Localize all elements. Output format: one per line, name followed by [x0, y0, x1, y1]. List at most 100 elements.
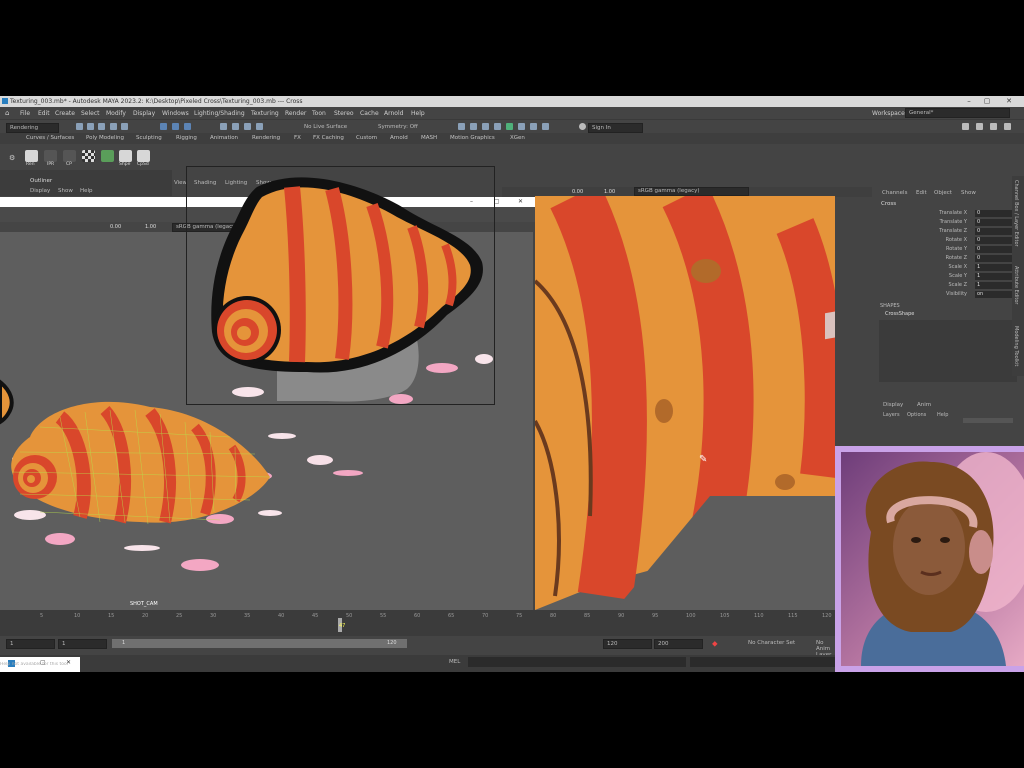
menu-cache[interactable]: Cache	[360, 110, 379, 117]
shape-name[interactable]: CrossShape	[885, 311, 914, 317]
home-icon[interactable]: ⌂	[5, 109, 9, 117]
ipr-render-icon[interactable]	[482, 123, 489, 130]
snap-view-icon[interactable]	[256, 123, 263, 130]
tab-rigging[interactable]: Rigging	[176, 135, 197, 141]
layer-buttons-icon[interactable]	[963, 418, 1013, 423]
channel-value[interactable]: on	[975, 291, 1017, 298]
shpe-icon[interactable]	[119, 150, 132, 162]
left-exposure-field[interactable]: 0.00	[110, 224, 121, 230]
undo-icon[interactable]	[110, 123, 117, 130]
modeling-toolkit-icon[interactable]	[962, 123, 969, 130]
workspace-dropdown[interactable]: General*	[905, 108, 1010, 118]
new-scene-icon[interactable]	[76, 123, 83, 130]
layer-menu-layers[interactable]: Layers	[883, 412, 900, 418]
select-by-object-icon[interactable]	[172, 123, 179, 130]
cpsd-icon[interactable]	[137, 150, 150, 162]
tab-channel-box-layer-editor[interactable]: Channel Box / Layer Editor	[1013, 180, 1019, 247]
render-settings-icon[interactable]	[494, 123, 501, 130]
channel-value[interactable]: 0	[975, 228, 1017, 235]
tab-xgen[interactable]: XGen	[510, 135, 525, 141]
channel-value[interactable]: 1	[975, 273, 1017, 280]
outliner-menu-show[interactable]: Show	[58, 188, 73, 194]
close-button[interactable]: ✕	[1002, 97, 1016, 106]
tab-modeling-toolkit[interactable]: Modeling Toolkit	[1013, 326, 1019, 366]
channel-value[interactable]: 1	[975, 264, 1017, 271]
render-view-icon[interactable]	[458, 123, 465, 130]
tab-poly-modeling[interactable]: Poly Modeling	[86, 135, 124, 141]
menu-select[interactable]: Select	[81, 110, 100, 117]
channel-row[interactable]: Visibility on	[877, 291, 1017, 299]
menu-set-dropdown[interactable]: Rendering	[6, 123, 59, 133]
cp-icon[interactable]	[63, 150, 76, 162]
mel-label[interactable]: MEL	[449, 659, 460, 665]
tab-motion-graphics[interactable]: Motion Graphics	[450, 135, 495, 141]
menu-create[interactable]: Create	[55, 110, 75, 117]
layer-menu-options[interactable]: Options	[907, 412, 926, 418]
shell-preview-window[interactable]	[186, 166, 495, 405]
live-surface-label[interactable]: No Live Surface	[304, 124, 347, 130]
channel-tab-edit[interactable]: Edit	[916, 190, 927, 196]
snap-curve-icon[interactable]	[232, 123, 239, 130]
range-bar[interactable]: 1 120	[112, 639, 407, 648]
arnold-render-icon[interactable]	[518, 123, 525, 130]
menu-edit[interactable]: Edit	[38, 110, 50, 117]
render-current-icon[interactable]	[470, 123, 477, 130]
end-frame-field[interactable]: 120	[603, 639, 652, 649]
right-viewport[interactable]: ✎	[535, 196, 835, 610]
sign-in-dropdown[interactable]: Sign In	[588, 123, 643, 133]
tool-settings-icon[interactable]	[990, 123, 997, 130]
pause-icon[interactable]	[542, 123, 549, 130]
tab-sculpting[interactable]: Sculpting	[136, 135, 162, 141]
channel-value[interactable]: 0	[975, 219, 1017, 226]
menu-display[interactable]: Display	[133, 110, 155, 117]
channel-row[interactable]: Translate X 0	[877, 210, 1017, 218]
redo-icon[interactable]	[121, 123, 128, 130]
channel-row[interactable]: Translate Z 0	[877, 228, 1017, 236]
minimize-button[interactable]: –	[962, 97, 976, 106]
menu-help[interactable]: Help	[411, 110, 425, 117]
floating-close-icon[interactable]: ✕	[518, 198, 523, 205]
right-exposure-field[interactable]: 0.00	[572, 189, 583, 195]
tab-attribute-editor[interactable]: Attribute Editor	[1013, 266, 1019, 304]
auto-key-icon[interactable]: ⬥	[712, 639, 718, 649]
channel-value[interactable]: 1	[975, 282, 1017, 289]
view-cube-icon[interactable]	[825, 308, 835, 340]
channel-box-icon[interactable]	[1004, 123, 1011, 130]
symmetry-label[interactable]: Symmetry: Off	[378, 124, 418, 130]
channel-row[interactable]: Scale Y 1	[877, 273, 1017, 281]
tab-mash[interactable]: MASH	[421, 135, 437, 141]
right-colorspace-dropdown[interactable]: sRGB gamma (legacy)	[634, 187, 749, 196]
channel-row[interactable]: Rotate X 0	[877, 237, 1017, 245]
maximize-button[interactable]: ▢	[980, 97, 994, 106]
channel-row[interactable]: Scale Z 1	[877, 282, 1017, 290]
render-icon[interactable]	[25, 150, 38, 162]
open-scene-icon[interactable]	[87, 123, 94, 130]
menu-arnold[interactable]: Arnold	[384, 110, 403, 117]
menu-windows[interactable]: Windows	[162, 110, 189, 117]
tab-curves-surfaces[interactable]: Curves / Surfaces	[26, 135, 74, 141]
tab-fx-caching[interactable]: FX Caching	[313, 135, 344, 141]
channel-row[interactable]: Scale X 1	[877, 264, 1017, 272]
right-gamma-field[interactable]: 1.00	[604, 189, 615, 195]
channel-row[interactable]: Translate Y 0	[877, 219, 1017, 227]
hypershade-icon[interactable]	[506, 123, 513, 130]
channel-tab-object[interactable]: Object	[934, 190, 952, 196]
menu-lighting-shading[interactable]: Lighting/Shading	[194, 110, 245, 117]
menu-render[interactable]: Render	[285, 110, 306, 117]
checker-icon[interactable]	[82, 150, 95, 162]
tab-animation[interactable]: Animation	[210, 135, 238, 141]
left-gamma-field[interactable]: 1.00	[145, 224, 156, 230]
ipr-icon[interactable]	[44, 150, 57, 162]
channel-value[interactable]: 0	[975, 255, 1017, 262]
hypershade-icon[interactable]	[101, 150, 114, 162]
snap-grid-icon[interactable]	[220, 123, 227, 130]
shelf-settings-icon[interactable]: ⚙	[9, 154, 15, 162]
layer-tab-display[interactable]: Display	[883, 402, 903, 408]
start-frame-field[interactable]: 1	[6, 639, 55, 649]
play-icon[interactable]	[530, 123, 537, 130]
channel-tab-channels[interactable]: Channels	[882, 190, 907, 196]
attribute-editor-icon[interactable]	[976, 123, 983, 130]
outliner-menu-display[interactable]: Display	[30, 188, 50, 194]
select-by-component-icon[interactable]	[184, 123, 191, 130]
tab-custom[interactable]: Custom	[356, 135, 377, 141]
